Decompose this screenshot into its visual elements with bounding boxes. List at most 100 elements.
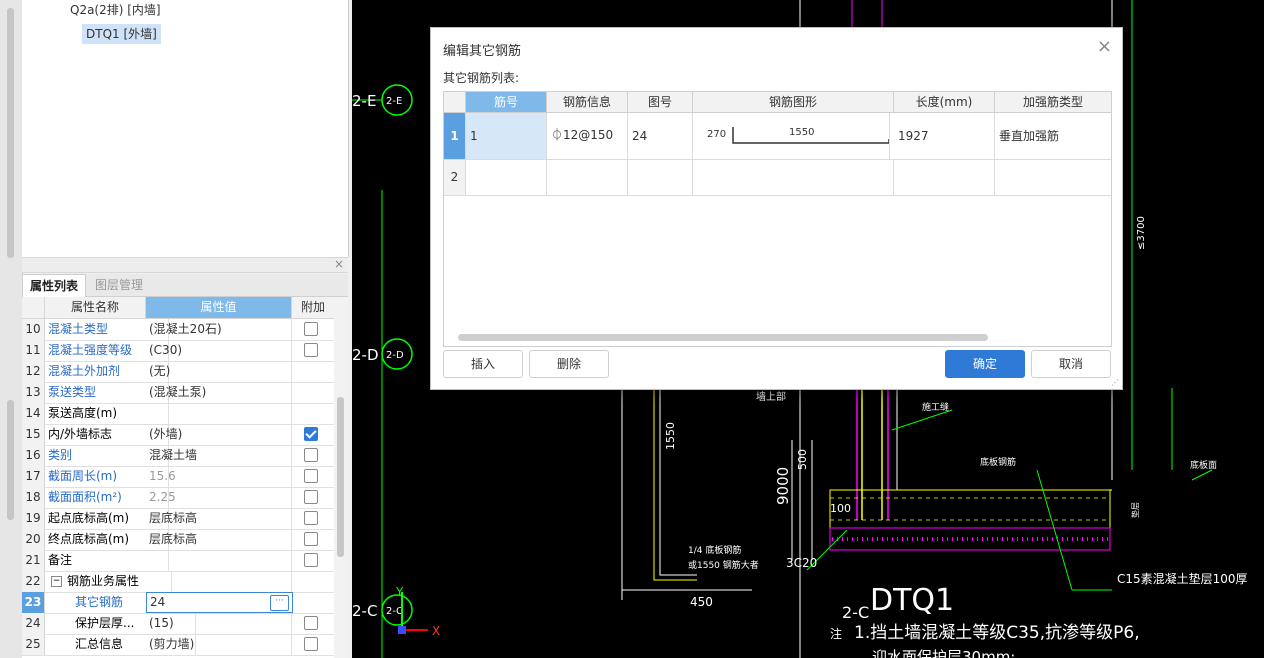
property-value[interactable]: 15.6	[146, 466, 292, 487]
property-value[interactable]	[146, 571, 292, 592]
property-value[interactable]: 混凝土墙	[146, 445, 292, 466]
property-row[interactable]: 12 混凝土外加剂 (无)	[22, 361, 334, 383]
collapse-icon[interactable]: −	[51, 576, 62, 587]
rebar-cell-bar-no[interactable]: 1	[466, 113, 547, 159]
tree-item-dtq1[interactable]: DTQ1 [外墙]	[82, 24, 161, 44]
tab-layers[interactable]: 图层管理	[88, 274, 150, 296]
property-value[interactable]: (无)	[146, 361, 292, 382]
rebar-table-hscroll[interactable]	[458, 334, 988, 341]
rebar-header-info[interactable]: 钢筋信息	[547, 92, 628, 112]
rebar-cell-shape[interactable]: 270 1550	[693, 113, 890, 159]
property-row-num[interactable]: 11	[22, 340, 45, 361]
rebar-cell-info[interactable]: ⏀12@150	[547, 113, 628, 159]
property-row-num[interactable]: 20	[22, 529, 45, 550]
property-row-num[interactable]: 17	[22, 466, 45, 487]
left-scrollbar-thumb-2[interactable]	[7, 400, 14, 520]
property-row-num[interactable]: 24	[22, 613, 45, 634]
left-scrollbar-thumb[interactable]	[7, 8, 14, 258]
rebar-cell-length[interactable]	[894, 160, 995, 195]
rebar-header-bar-no[interactable]: 筋号	[466, 92, 547, 112]
property-grid-scrollbar[interactable]	[334, 297, 348, 658]
rebar-cell-fig[interactable]: 24	[628, 113, 693, 159]
attach-checkbox[interactable]	[304, 322, 318, 336]
rebar-header-type[interactable]: 加强筋类型	[995, 92, 1111, 112]
property-value[interactable]: (混凝土20石)	[146, 319, 292, 340]
property-value[interactable]: (外墙)	[146, 424, 292, 445]
property-row-num[interactable]: 19	[22, 508, 45, 529]
insert-button[interactable]: 插入	[443, 350, 523, 378]
property-row-num[interactable]: 14	[22, 403, 45, 424]
property-row[interactable]: 22− 钢筋业务属性	[22, 571, 334, 593]
property-row-num[interactable]: 22	[22, 571, 45, 592]
property-row[interactable]: 24 保护层厚... (15)	[22, 613, 334, 635]
property-row-num[interactable]: 25	[22, 634, 45, 655]
attach-checkbox[interactable]	[304, 616, 318, 630]
property-value[interactable]: 层底标高	[146, 529, 292, 550]
rebar-row-num[interactable]: 2	[444, 160, 466, 195]
dialog-close-icon[interactable]: ×	[1097, 36, 1112, 57]
rebar-cell-info[interactable]	[547, 160, 628, 195]
property-row[interactable]: 10 混凝土类型 (混凝土20石)	[22, 319, 334, 341]
attach-checkbox[interactable]	[304, 343, 318, 357]
property-row[interactable]: 21 备注	[22, 550, 334, 572]
property-row[interactable]: 11 混凝土强度等级 (C30)	[22, 340, 334, 362]
property-value[interactable]: (C30)	[146, 340, 292, 361]
property-row[interactable]: 20 终点底标高(m) 层底标高	[22, 529, 334, 551]
property-value[interactable]: 层底标高	[146, 508, 292, 529]
attach-checkbox[interactable]	[304, 532, 318, 546]
property-row[interactable]: 17 截面周长(m) 15.6	[22, 466, 334, 488]
panel-close-icon[interactable]: ×	[334, 257, 344, 271]
property-row[interactable]: 25 汇总信息 (剪力墙)	[22, 634, 334, 656]
property-row[interactable]: 14 泵送高度(m)	[22, 403, 334, 425]
property-value[interactable]: (剪力墙)	[146, 634, 292, 655]
property-row-num[interactable]: 15	[22, 424, 45, 445]
left-scrollbar[interactable]	[0, 0, 23, 658]
property-row-num[interactable]: 13	[22, 382, 45, 403]
rebar-header-fig[interactable]: 图号	[628, 92, 693, 112]
property-value[interactable]	[146, 403, 292, 424]
property-value[interactable]	[146, 550, 292, 571]
rebar-cell-fig[interactable]	[628, 160, 693, 195]
tree-item-q2a[interactable]: Q2a(2排) [内墙]	[66, 0, 165, 20]
property-row[interactable]: 16 类别 混凝土墙	[22, 445, 334, 467]
panel-splitter[interactable]: ×	[22, 257, 348, 273]
rebar-header-shape[interactable]: 钢筋图形	[693, 92, 894, 112]
ok-button[interactable]: 确定	[945, 350, 1025, 378]
attach-checkbox[interactable]	[304, 427, 318, 441]
attach-checkbox[interactable]	[304, 637, 318, 651]
property-row[interactable]: 18 截面面积(m²) 2.25	[22, 487, 334, 509]
attach-checkbox[interactable]	[304, 469, 318, 483]
property-row-num[interactable]: 16	[22, 445, 45, 466]
property-row-num[interactable]: 18	[22, 487, 45, 508]
property-grid-scrollbar-thumb[interactable]	[337, 397, 344, 557]
attach-checkbox[interactable]	[304, 553, 318, 567]
rebar-cell-shape[interactable]	[693, 160, 894, 195]
rebar-row[interactable]: 1 1 ⏀12@150 24 270 1550 1927 垂直加强筋	[444, 113, 1111, 160]
resize-grip-icon[interactable]: ⋰	[1111, 378, 1119, 387]
property-row[interactable]: 19 起点底标高(m) 层底标高	[22, 508, 334, 530]
property-row-num[interactable]: 21	[22, 550, 45, 571]
property-row-num[interactable]: 10	[22, 319, 45, 340]
rebar-header-length[interactable]: 长度(mm)	[894, 92, 995, 112]
rebar-cell-type[interactable]	[995, 160, 1111, 195]
property-value-input[interactable]: 24 ···	[146, 592, 293, 613]
property-value[interactable]: (15)	[146, 613, 292, 634]
property-row[interactable]: 13 泵送类型 (混凝土泵)	[22, 382, 334, 404]
property-row-num[interactable]: 12	[22, 361, 45, 382]
rebar-row-num[interactable]: 1	[444, 113, 466, 159]
property-row[interactable]: 23 其它钢筋 24 ···	[22, 592, 334, 614]
rebar-cell-type[interactable]: 垂直加强筋	[995, 113, 1111, 159]
delete-button[interactable]: 删除	[529, 350, 609, 378]
ellipsis-button[interactable]: ···	[270, 595, 289, 611]
cancel-button[interactable]: 取消	[1031, 350, 1111, 378]
property-value[interactable]: (混凝土泵)	[146, 382, 292, 403]
property-value[interactable]: 2.25	[146, 487, 292, 508]
property-row-num[interactable]: 23	[22, 592, 45, 613]
attach-checkbox[interactable]	[304, 448, 318, 462]
tab-properties[interactable]: 属性列表	[22, 274, 87, 297]
attach-checkbox[interactable]	[304, 511, 318, 525]
property-row[interactable]: 15 内/外墙标志 (外墙)	[22, 424, 334, 446]
rebar-cell-bar-no[interactable]	[466, 160, 547, 195]
attach-checkbox[interactable]	[304, 490, 318, 504]
rebar-cell-length[interactable]: 1927	[894, 113, 995, 159]
